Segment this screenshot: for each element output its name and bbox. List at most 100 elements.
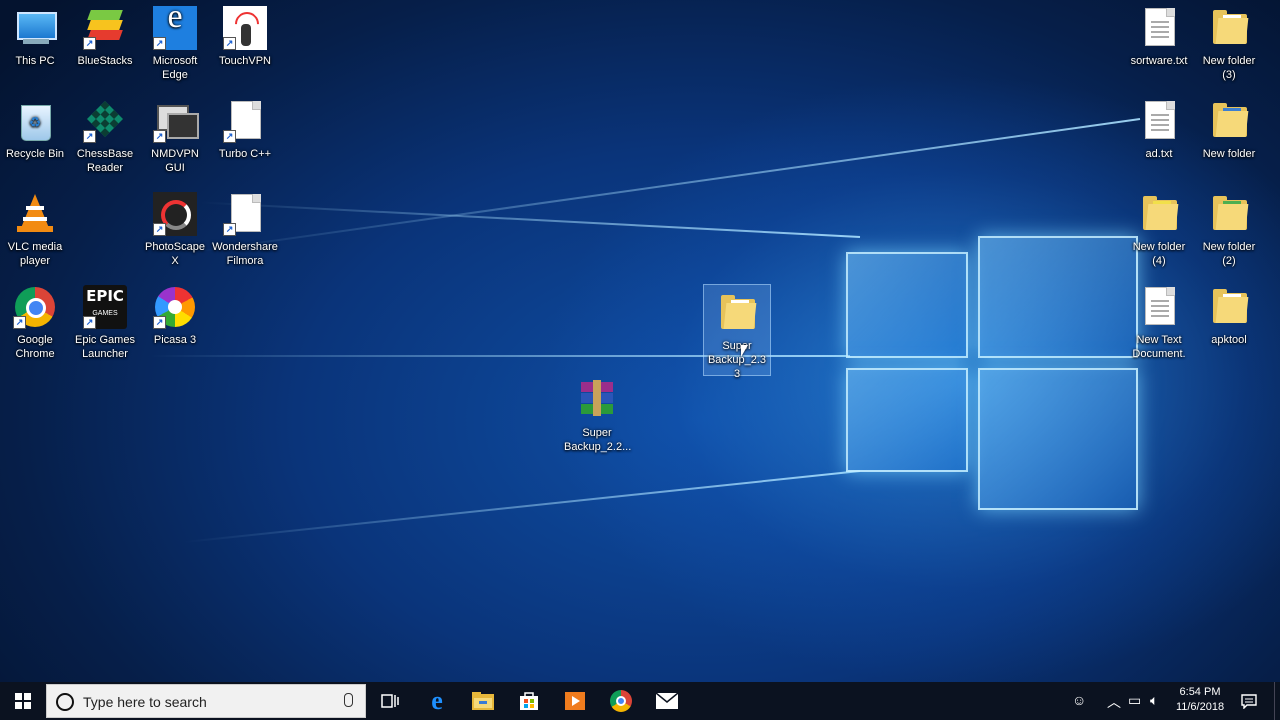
folder-icon — [1207, 285, 1251, 329]
show-desktop-button[interactable] — [1274, 682, 1280, 720]
folder-icon — [1207, 6, 1251, 50]
system-clock[interactable]: 6:54 PM 11/6/2018 — [1170, 685, 1230, 715]
folder-icon — [1207, 192, 1251, 236]
action-center-button[interactable] — [1234, 682, 1264, 720]
desktop-icon-super-backup-archive[interactable]: Super Backup_2.2... — [562, 372, 632, 454]
icon-label: VLC media player — [7, 241, 63, 267]
wallpaper-beam — [189, 118, 1141, 254]
text-file-icon — [1137, 6, 1181, 50]
shortcut-arrow-icon: ↗ — [83, 316, 96, 329]
taskbar-file-explorer[interactable] — [460, 682, 506, 720]
text-file-icon — [1137, 285, 1181, 329]
icon-label: New Text Document. — [1132, 334, 1186, 360]
text-file-icon — [1137, 99, 1181, 143]
desktop-icon-photoscape-x[interactable]: ↗ PhotoScape X — [140, 186, 210, 268]
task-view-button[interactable] — [368, 682, 412, 720]
epic-logo-text: EPIC — [86, 287, 124, 305]
desktop-icon-ad-txt[interactable]: ad.txt — [1124, 93, 1194, 161]
epic-games-icon: EPIC GAMES ↗ — [83, 285, 127, 329]
icon-label: New folder — [1202, 148, 1256, 160]
desktop-icon-super-backup-folder[interactable]: Super Backup_2.3 3 — [703, 284, 771, 380]
people-icon[interactable]: ☺ — [1072, 692, 1086, 708]
desktop-icon-new-text-document[interactable]: New Text Document. — [1124, 279, 1194, 361]
desktop-icon-new-folder-4[interactable]: New folder (4) — [1124, 186, 1194, 268]
volume-icon[interactable]: 🔈︎ — [1150, 692, 1158, 709]
wallpaper-logo-pane — [978, 368, 1138, 510]
taskbar: Type here to search e ☺ ︿ ▭ 🔈︎ 6:54 PM 1… — [0, 682, 1280, 720]
desktop-icon-bluestacks[interactable]: ↗ BlueStacks — [70, 0, 140, 68]
document-icon: ↗ — [223, 192, 267, 236]
computer-icon — [13, 6, 57, 50]
desktop-icon-chessbase-reader[interactable]: ↗ ChessBase Reader — [70, 93, 140, 175]
desktop[interactable]: This PC ↗ BlueStacks e ↗ Microsoft Edge … — [0, 0, 1280, 682]
desktop-icon-new-folder-3[interactable]: New folder (3) — [1194, 0, 1264, 82]
media-player-icon — [565, 692, 585, 710]
taskbar-store[interactable] — [506, 682, 552, 720]
recycle-bin-icon: ♻ — [13, 99, 57, 143]
icon-label: BlueStacks — [77, 55, 133, 67]
icon-label: Super Backup_2.2... — [564, 427, 632, 453]
photoscape-icon: ↗ — [153, 192, 197, 236]
taskbar-media-player[interactable] — [552, 682, 598, 720]
shortcut-arrow-icon: ↗ — [223, 37, 236, 50]
desktop-icon-turbo-cpp[interactable]: ↗ Turbo C++ — [210, 93, 280, 161]
icon-label: apktool — [1211, 334, 1247, 346]
desktop-icon-vlc[interactable]: VLC media player — [0, 186, 70, 268]
shortcut-arrow-icon: ↗ — [223, 223, 236, 236]
folder-icon — [1207, 99, 1251, 143]
wallpaper-beam — [200, 201, 861, 238]
desktop-icon-picasa[interactable]: ↗ Picasa 3 — [140, 279, 210, 347]
icon-label: Picasa 3 — [153, 334, 197, 346]
microphone-icon[interactable] — [344, 693, 353, 707]
wallpaper-beam — [183, 470, 861, 544]
icon-label: sortware.txt — [1130, 55, 1188, 67]
icon-label: New folder (2) — [1202, 241, 1256, 267]
taskbar-chrome[interactable] — [598, 682, 644, 720]
touchvpn-icon: ↗ — [223, 6, 267, 50]
desktop-icon-nmdvpn-gui[interactable]: ↗ NMDVPN GUI — [140, 93, 210, 175]
desktop-icon-wondershare-filmora[interactable]: ↗ Wondershare Filmora — [210, 186, 280, 268]
desktop-icon-recycle-bin[interactable]: ♻ Recycle Bin — [0, 93, 70, 161]
desktop-icon-new-folder[interactable]: New folder — [1194, 93, 1264, 161]
icon-label: NMDVPN GUI — [151, 148, 199, 174]
taskbar-mail[interactable] — [644, 682, 690, 720]
desktop-icon-apktool[interactable]: apktool — [1194, 279, 1264, 347]
store-icon — [520, 692, 538, 710]
edge-icon: e ↗ — [153, 0, 197, 50]
icon-label: PhotoScape X — [145, 241, 205, 267]
clock-time: 6:54 PM — [1179, 686, 1221, 698]
shortcut-arrow-icon: ↗ — [153, 130, 166, 143]
desktop-icon-microsoft-edge[interactable]: e ↗ Microsoft Edge — [140, 0, 210, 82]
task-view-icon — [381, 694, 399, 708]
shortcut-arrow-icon: ↗ — [153, 316, 166, 329]
desktop-icon-touchvpn[interactable]: ↗ TouchVPN — [210, 0, 280, 68]
chrome-icon: ↗ — [13, 285, 57, 329]
desktop-icon-new-folder-2[interactable]: New folder (2) — [1194, 186, 1264, 268]
desktop-icon-google-chrome[interactable]: ↗ Google Chrome — [0, 279, 70, 361]
icon-label: Google Chrome — [15, 334, 55, 360]
desktop-icon-sortware-txt[interactable]: sortware.txt — [1124, 0, 1194, 68]
wallpaper-logo-pane — [846, 252, 968, 358]
shortcut-arrow-icon: ↗ — [83, 37, 96, 50]
desktop-icon-epic-games[interactable]: EPIC GAMES ↗ Epic Games Launcher — [70, 279, 140, 361]
cortana-icon — [56, 693, 74, 711]
clock-date: 11/6/2018 — [1175, 701, 1225, 713]
chevron-up-icon[interactable]: ︿ — [1107, 692, 1121, 712]
mouse-cursor-icon — [741, 345, 748, 357]
icon-label: Microsoft Edge — [152, 55, 198, 81]
winrar-icon — [575, 378, 619, 422]
start-button[interactable] — [0, 682, 45, 720]
shortcut-arrow-icon: ↗ — [153, 223, 166, 236]
shortcut-arrow-icon: ↗ — [13, 316, 26, 329]
picasa-icon: ↗ — [153, 285, 197, 329]
desktop-icon-this-pc[interactable]: This PC — [0, 0, 70, 68]
taskbar-edge[interactable]: e — [414, 682, 460, 720]
icon-label: New folder (3) — [1202, 55, 1256, 81]
wallpaper-logo-pane — [846, 368, 968, 472]
nmdvpn-icon: ↗ — [153, 99, 199, 143]
folder-icon — [1137, 192, 1181, 236]
search-box[interactable]: Type here to search — [46, 684, 366, 718]
vlc-icon — [13, 192, 57, 236]
shortcut-arrow-icon: ↗ — [223, 130, 236, 143]
network-icon[interactable]: ▭ — [1128, 692, 1141, 709]
